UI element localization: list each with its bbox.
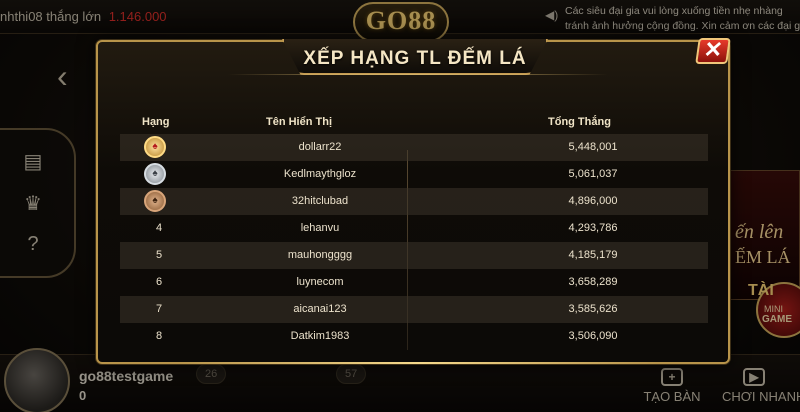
row-total: 4,896,000	[568, 195, 618, 207]
row-total: 3,658,289	[568, 276, 618, 288]
bottom-glow-line	[178, 362, 658, 364]
table-row: 8 Datkim1983 3,506,090	[120, 323, 708, 344]
table-row: 7 aicanai123 3,585,626	[120, 296, 708, 323]
row-rank: 5	[155, 249, 163, 261]
leaderboard-modal: XẾP HẠNG TL ĐẾM LÁ ✕ Hạng Tên Hiển Thị T…	[96, 37, 731, 364]
row-name: luynecom	[296, 276, 344, 288]
row-name: Datkim1983	[290, 330, 350, 342]
row-total: 4,293,786	[568, 222, 618, 234]
row-name: Kedlmaythglоz	[283, 168, 357, 180]
row-rank: 4	[155, 222, 163, 234]
row-total: 4,185,179	[568, 249, 618, 261]
leaderboard-table[interactable]: ♠ dollarr22 5,448,001 ♠ Kedlmaythglоz 5,…	[120, 134, 708, 344]
header-name: Tên Hiển Thị	[266, 116, 332, 128]
row-rank: 6	[155, 276, 163, 288]
table-row: ♠ Kedlmaythglоz 5,061,037	[120, 161, 708, 188]
row-name: aicanai123	[293, 303, 347, 315]
row-name: mauhongggg	[287, 249, 353, 261]
modal-title: XẾP HẠNG TL ĐẾM LÁ	[303, 48, 527, 69]
row-rank: 7	[155, 303, 163, 315]
gold-medal-icon: ♠	[144, 136, 166, 158]
header-rank: Hạng	[142, 116, 170, 128]
row-total: 3,585,626	[568, 303, 618, 315]
title-glow-line	[228, 74, 608, 75]
header-total: Tổng Thắng	[548, 116, 611, 128]
row-name: dollarr22	[298, 141, 342, 153]
table-row: 5 mauhongggg 4,185,179	[120, 242, 708, 269]
close-icon: ✕	[702, 37, 725, 62]
table-row: 6 luynecom 3,658,289	[120, 269, 708, 296]
row-total: 3,506,090	[568, 330, 618, 342]
row-total: 5,061,037	[568, 168, 618, 180]
table-row: 4 lehanvu 4,293,786	[120, 215, 708, 242]
close-button[interactable]: ✕	[695, 37, 731, 64]
bronze-medal-icon: ♠	[144, 190, 166, 212]
row-total: 5,448,001	[568, 141, 618, 153]
table-row: ♠ 32hitclubad 4,896,000	[120, 188, 708, 215]
table-row: ♠ dollarr22 5,448,001	[120, 134, 708, 161]
silver-medal-icon: ♠	[144, 163, 166, 185]
row-name: 32hitclubad	[291, 195, 349, 207]
row-name: lehanvu	[300, 222, 340, 234]
row-rank: 8	[155, 330, 163, 342]
